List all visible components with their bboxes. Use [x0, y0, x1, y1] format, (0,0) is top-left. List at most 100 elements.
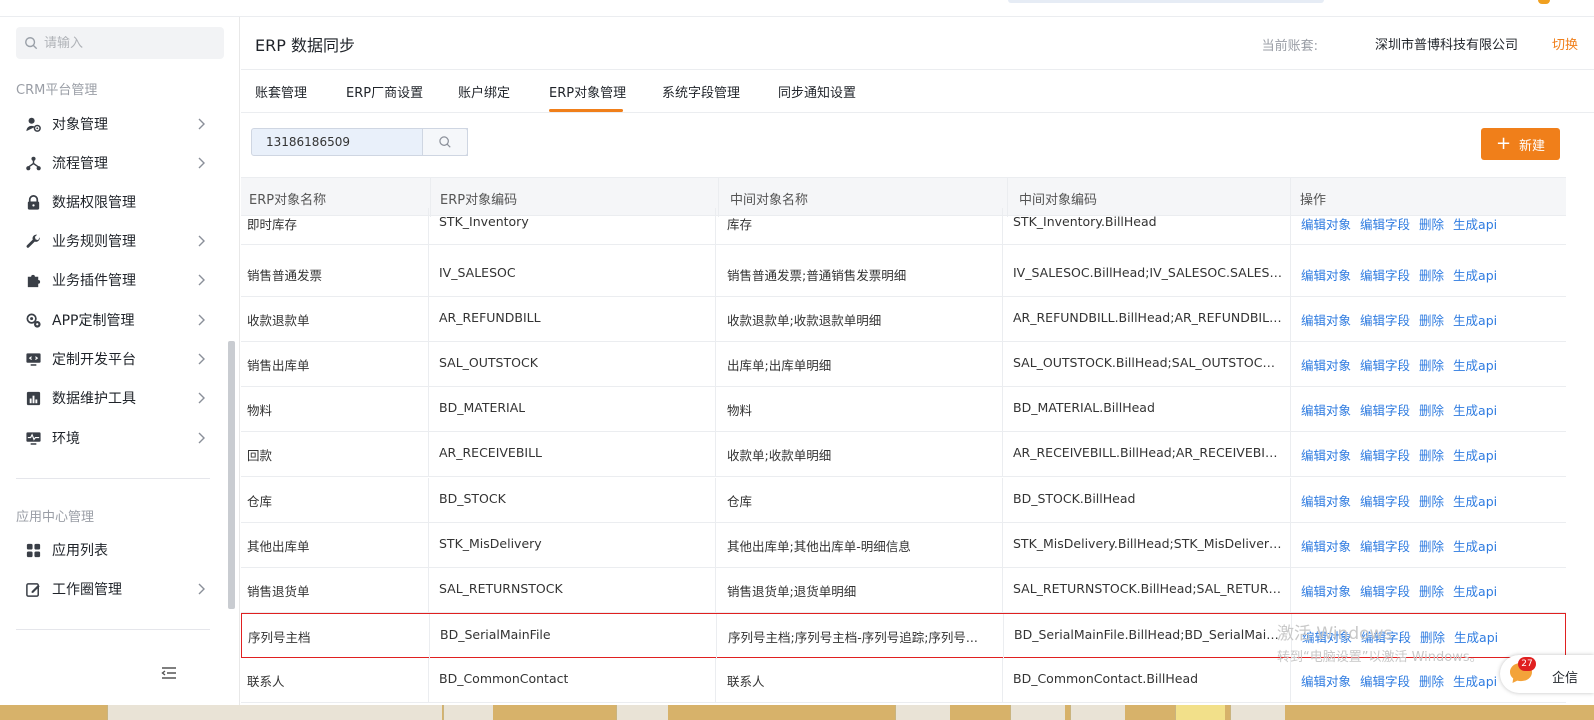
column-divider — [428, 432, 429, 477]
edit-fields-link[interactable]: 编辑字段 — [1360, 403, 1410, 418]
generate-api-link[interactable]: 生成api — [1453, 217, 1497, 232]
edit-fields-link[interactable]: 编辑字段 — [1360, 584, 1410, 599]
notification-edge[interactable] — [1538, 0, 1550, 4]
column-divider — [715, 478, 716, 523]
column-divider — [428, 208, 429, 253]
taskbar-item[interactable] — [616, 705, 668, 720]
delete-link[interactable]: 删除 — [1419, 674, 1444, 689]
sidebar-item-flow-management[interactable]: 流程管理 — [0, 144, 226, 182]
chat-widget[interactable]: 27 企信 — [1500, 655, 1594, 693]
edit-fields-link[interactable]: 编辑字段 — [1360, 358, 1410, 373]
column-divider — [715, 523, 716, 568]
collapse-sidebar-icon[interactable] — [160, 664, 178, 682]
tab-sync-notification-settings[interactable]: 同步通知设置 — [778, 82, 856, 101]
tab-system-field-management[interactable]: 系统字段管理 — [662, 82, 740, 101]
generate-api-link[interactable]: 生成api — [1453, 313, 1497, 328]
column-divider — [428, 523, 429, 568]
delete-link[interactable]: 删除 — [1419, 539, 1444, 554]
column-divider — [428, 342, 429, 387]
table-cell: IV_SALESOC — [439, 265, 516, 280]
search-button[interactable] — [422, 128, 468, 156]
edit-object-link[interactable]: 编辑对象 — [1301, 268, 1351, 283]
edit-object-link[interactable]: 编辑对象 — [1301, 674, 1351, 689]
taskbar-item[interactable] — [1010, 705, 1065, 720]
tab-account-set[interactable]: 账套管理 — [255, 82, 307, 101]
generate-api-link[interactable]: 生成api — [1453, 268, 1497, 283]
edit-object-link[interactable]: 编辑对象 — [1301, 403, 1351, 418]
table-row: 收款退款单 AR_REFUNDBILL 收款退款单;收款退款单明细 AR_REFUND… — [241, 297, 1566, 342]
generate-api-link[interactable]: 生成api — [1453, 494, 1497, 509]
taskbar-item[interactable] — [1175, 705, 1225, 720]
sidebar-search-input[interactable] — [44, 35, 214, 51]
edit-fields-link[interactable]: 编辑字段 — [1360, 217, 1410, 232]
table-row: 即时库存 STK_Inventory 库存 STK_Inventory.BillHea… — [241, 208, 1566, 253]
edit-object-link[interactable]: 编辑对象 — [1301, 584, 1351, 599]
column-divider — [428, 297, 429, 342]
taskbar-item[interactable] — [107, 705, 442, 720]
delete-link[interactable]: 删除 — [1420, 630, 1445, 645]
delete-link[interactable]: 删除 — [1419, 584, 1444, 599]
sidebar-item-custom-dev-platform[interactable]: 定制开发平台 — [0, 340, 226, 378]
generate-api-link[interactable]: 生成api — [1453, 448, 1497, 463]
generate-api-link[interactable]: 生成api — [1453, 358, 1497, 373]
new-button[interactable]: + 新建 — [1481, 128, 1560, 160]
edit-icon — [24, 580, 42, 598]
generate-api-link[interactable]: 生成api — [1453, 539, 1497, 554]
edit-object-link[interactable]: 编辑对象 — [1301, 539, 1351, 554]
sidebar-item-environment[interactable]: 环境 — [0, 419, 226, 457]
sidebar-item-app-list[interactable]: 应用列表 — [0, 531, 226, 569]
column-divider — [1290, 432, 1291, 477]
sidebar-item-data-permission[interactable]: 数据权限管理 — [0, 183, 226, 221]
sidebar-search[interactable] — [16, 27, 224, 59]
table-cell: 销售普通发票 — [247, 268, 323, 283]
edit-fields-link[interactable]: 编辑字段 — [1360, 268, 1410, 283]
generate-api-link[interactable]: 生成api — [1453, 403, 1497, 418]
table-cell: 回款 — [247, 448, 273, 463]
sidebar-item-work-circle[interactable]: 工作圈管理 — [0, 570, 226, 608]
edit-object-link[interactable]: 编辑对象 — [1301, 494, 1351, 509]
sidebar-item-app-customization[interactable]: APP定制管理 — [0, 301, 226, 339]
row-actions: 编辑对象 编辑字段 删除 生成api — [1301, 445, 1506, 464]
delete-link[interactable]: 删除 — [1419, 448, 1444, 463]
sidebar-scrollbar-thumb[interactable] — [228, 341, 235, 609]
delete-link[interactable]: 删除 — [1419, 268, 1444, 283]
column-divider — [1290, 208, 1291, 253]
edit-object-link[interactable]: 编辑对象 — [1301, 313, 1351, 328]
tab-erp-vendor-settings[interactable]: ERP厂商设置 — [346, 82, 423, 101]
edit-fields-link[interactable]: 编辑字段 — [1360, 539, 1410, 554]
delete-link[interactable]: 删除 — [1419, 494, 1444, 509]
tab-erp-object-management[interactable]: ERP对象管理 — [549, 82, 626, 101]
taskbar-item[interactable] — [1070, 705, 1125, 720]
edit-object-link[interactable]: 编辑对象 — [1301, 358, 1351, 373]
sidebar-item-object-management[interactable]: 对象管理 — [0, 105, 226, 143]
sidebar-item-data-maintenance[interactable]: 数据维护工具 — [0, 379, 226, 417]
table-cell: SAL_OUTSTOCK.BillHead;SAL_OUTSTOCK.E... — [1013, 355, 1283, 370]
sidebar-item-business-rules[interactable]: 业务规则管理 — [0, 222, 226, 260]
delete-link[interactable]: 删除 — [1419, 313, 1444, 328]
sidebar-item-business-plugins[interactable]: 业务插件管理 — [0, 261, 226, 299]
edit-fields-link[interactable]: 编辑字段 — [1360, 494, 1410, 509]
edit-fields-link[interactable]: 编辑字段 — [1360, 448, 1410, 463]
top-search-edge[interactable] — [1008, 0, 1324, 3]
edit-fields-link[interactable]: 编辑字段 — [1360, 674, 1410, 689]
delete-link[interactable]: 删除 — [1419, 403, 1444, 418]
generate-api-link[interactable]: 生成api — [1453, 674, 1497, 689]
tab-account-binding[interactable]: 账户绑定 — [458, 82, 510, 101]
column-divider — [428, 568, 429, 613]
taskbar-item[interactable] — [1230, 705, 1285, 720]
taskbar-item[interactable] — [895, 705, 950, 720]
edit-object-link[interactable]: 编辑对象 — [1301, 217, 1351, 232]
table-cell: BD_MATERIAL — [439, 400, 526, 415]
generate-api-link[interactable]: 生成api — [1454, 630, 1498, 645]
group-title-crm: CRM平台管理 — [16, 83, 98, 98]
edit-object-link[interactable]: 编辑对象 — [1301, 448, 1351, 463]
group-title-app-center: 应用中心管理 — [16, 510, 95, 525]
chevron-right-icon — [196, 117, 206, 131]
edit-fields-link[interactable]: 编辑字段 — [1360, 313, 1410, 328]
delete-link[interactable]: 删除 — [1419, 358, 1444, 373]
sidebar-item-label: 流程管理 — [52, 156, 108, 172]
taskbar-item[interactable] — [443, 705, 493, 720]
switch-account-link[interactable]: 切换 — [1552, 34, 1578, 53]
generate-api-link[interactable]: 生成api — [1453, 584, 1497, 599]
delete-link[interactable]: 删除 — [1419, 217, 1444, 232]
